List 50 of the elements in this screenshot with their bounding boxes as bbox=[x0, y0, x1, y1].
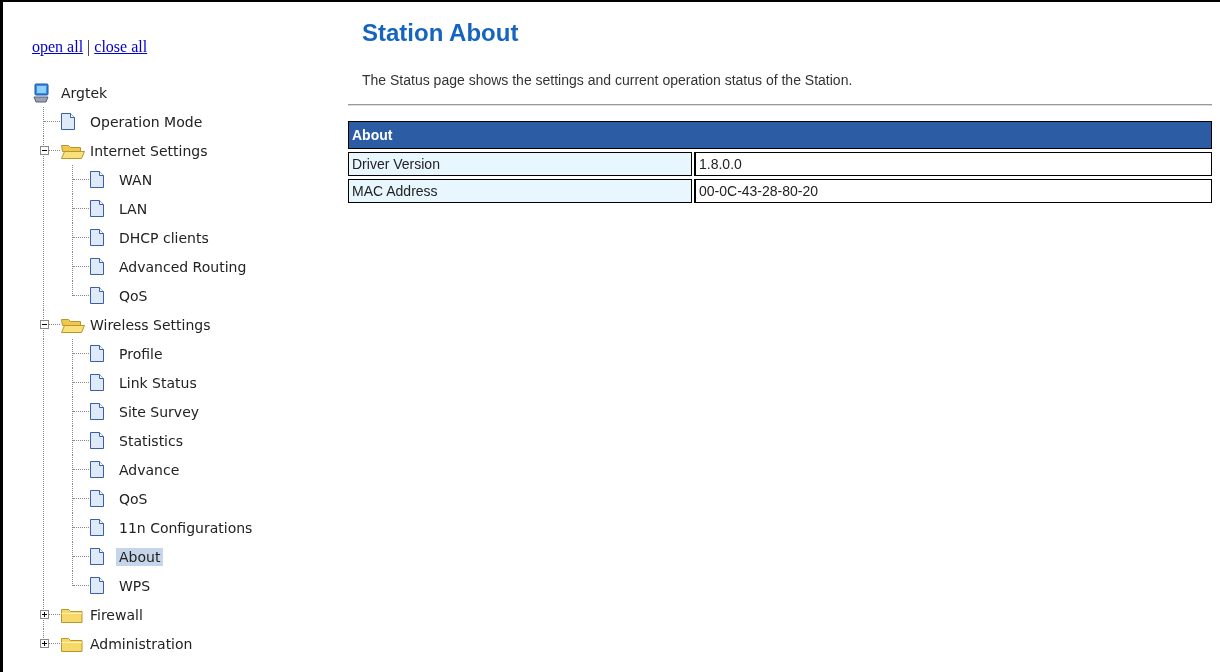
page-icon bbox=[89, 489, 105, 508]
tree-root[interactable]: Argtek bbox=[58, 83, 111, 102]
tree-item[interactable]: WAN bbox=[116, 170, 156, 189]
tree-folder[interactable]: Wireless Settings bbox=[87, 315, 214, 334]
tree-folder[interactable]: Administration bbox=[87, 634, 196, 653]
page-icon bbox=[89, 170, 105, 189]
tree-item[interactable]: Link Status bbox=[116, 373, 200, 392]
table-cell: 1.8.0.0 bbox=[694, 152, 1212, 176]
tree-item[interactable]: QoS bbox=[116, 489, 151, 508]
page-icon bbox=[89, 257, 105, 276]
tree-folder[interactable]: Internet Settings bbox=[87, 141, 211, 160]
tree-item[interactable]: LAN bbox=[116, 199, 151, 218]
tree-item[interactable]: Statistics bbox=[116, 431, 186, 450]
collapse-icon[interactable] bbox=[39, 320, 49, 329]
page-icon bbox=[89, 199, 105, 218]
tree-item[interactable]: About bbox=[116, 547, 164, 566]
tree-item[interactable]: DHCP clients bbox=[116, 228, 212, 247]
page-icon bbox=[89, 460, 105, 479]
page-icon bbox=[89, 547, 105, 566]
tree-link[interactable]: open all bbox=[32, 38, 84, 55]
tree-folder[interactable]: Firewall bbox=[87, 605, 146, 624]
page-icon bbox=[89, 344, 105, 363]
tree-item[interactable]: Operation Mode bbox=[87, 112, 206, 131]
computer-icon bbox=[32, 82, 50, 103]
collapse-icon[interactable] bbox=[39, 146, 49, 155]
expand-icon[interactable] bbox=[39, 639, 49, 648]
table-header: About bbox=[348, 121, 1212, 149]
expand-icon[interactable] bbox=[39, 610, 49, 619]
table-cell: 00-0C-43-28-80-20 bbox=[694, 179, 1212, 203]
tree-item[interactable]: Site Survey bbox=[116, 402, 203, 421]
page-title: Station About bbox=[362, 18, 520, 48]
tree-item[interactable]: Profile bbox=[116, 344, 166, 363]
table-cell: MAC Address bbox=[348, 179, 692, 203]
page-icon bbox=[89, 228, 105, 247]
tree-link[interactable]: close all bbox=[94, 38, 148, 55]
tree-item[interactable]: Advanced Routing bbox=[116, 257, 250, 276]
page-icon bbox=[89, 431, 105, 450]
table-cell: Driver Version bbox=[348, 152, 692, 176]
page-description: The Status page shows the settings and current operation status of the Station. bbox=[362, 72, 854, 88]
page-icon bbox=[89, 518, 105, 537]
tree-item[interactable]: WPS bbox=[116, 576, 154, 595]
page-icon bbox=[60, 112, 76, 131]
page-icon bbox=[89, 286, 105, 305]
page-icon bbox=[89, 402, 105, 421]
tree-item[interactable]: Advance bbox=[116, 460, 183, 479]
tree-item[interactable]: QoS bbox=[116, 286, 151, 305]
page-icon bbox=[89, 576, 105, 595]
page-icon bbox=[89, 373, 105, 392]
link-separator: | bbox=[87, 38, 91, 55]
tree-item[interactable]: 11n Configurations bbox=[116, 518, 256, 537]
